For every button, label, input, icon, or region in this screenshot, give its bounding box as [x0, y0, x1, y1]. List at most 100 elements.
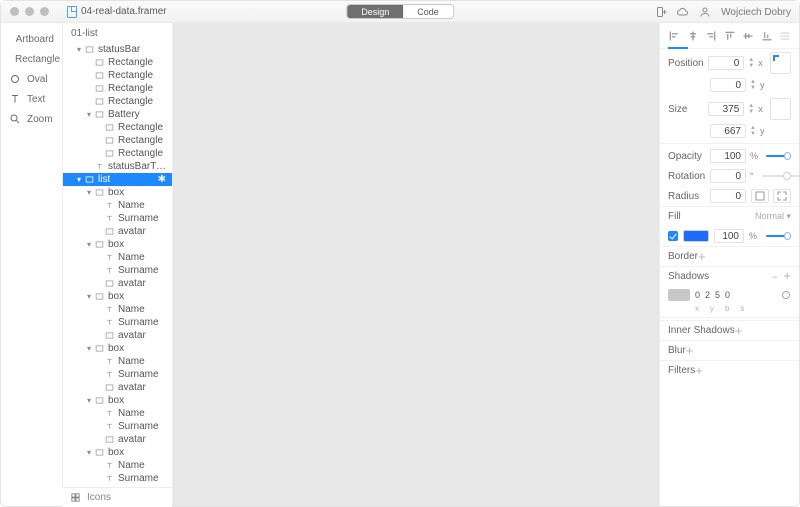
layer-row[interactable]: ▾list✱ — [63, 173, 172, 186]
prop-radius: Radius 0 — [660, 186, 799, 206]
close-window[interactable] — [10, 7, 19, 16]
mode-code[interactable]: Code — [403, 5, 453, 18]
layer-row[interactable]: Rectangle — [63, 121, 172, 134]
shadow-type-icon[interactable] — [781, 290, 791, 300]
align-left-icon[interactable] — [668, 30, 680, 42]
fill-swatch[interactable] — [683, 230, 709, 242]
tool-artboard[interactable]: Artboard — [1, 29, 62, 49]
sh-s[interactable]: 0 — [725, 290, 730, 300]
rotation-slider[interactable] — [762, 173, 791, 179]
radius-field[interactable]: 0 — [710, 189, 746, 203]
layer-row[interactable]: ▾box — [63, 290, 172, 303]
sh-y[interactable]: 2 — [705, 290, 710, 300]
layer-row[interactable]: ▾box — [63, 342, 172, 355]
tool-zoom[interactable]: Zoom — [1, 109, 62, 129]
layer-row[interactable]: Surname — [63, 264, 172, 277]
layer-row[interactable]: Rectangle — [63, 69, 172, 82]
cloud-icon[interactable] — [677, 6, 689, 18]
file-tab[interactable]: 04-real-data.framer — [67, 6, 167, 18]
layer-row[interactable]: ▾box — [63, 394, 172, 407]
fill-slider[interactable] — [766, 233, 791, 239]
add-blur[interactable]: + — [686, 346, 694, 356]
layer-row[interactable]: Name — [63, 251, 172, 264]
rect-icon — [103, 435, 115, 444]
sh-x[interactable]: 0 — [695, 290, 700, 300]
align-right-icon[interactable] — [705, 30, 717, 42]
layer-row[interactable]: ▾box — [63, 446, 172, 459]
size-h-field[interactable]: 667 — [710, 124, 746, 138]
layer-row[interactable]: avatar — [63, 277, 172, 290]
size-w-field[interactable]: 375 — [708, 102, 744, 116]
layers-footer[interactable]: Icons — [62, 487, 172, 507]
layer-row[interactable]: Surname — [63, 316, 172, 329]
tool-oval[interactable]: Oval — [1, 69, 62, 89]
tool-rectangle[interactable]: Rectangle — [1, 49, 62, 69]
layer-row[interactable]: Name — [63, 459, 172, 472]
layer-row[interactable]: avatar — [63, 329, 172, 342]
layer-row[interactable]: Rectangle — [63, 147, 172, 160]
layer-row[interactable]: avatar — [63, 381, 172, 394]
layer-row[interactable]: ▾box — [63, 186, 172, 199]
layer-row[interactable]: Name — [63, 199, 172, 212]
layer-label: avatar — [118, 382, 146, 393]
layer-row[interactable]: avatar — [63, 433, 172, 446]
layer-row[interactable]: Rectangle — [63, 95, 172, 108]
layer-row[interactable]: Surname — [63, 420, 172, 433]
avatar-icon[interactable] — [699, 6, 711, 18]
layer-row[interactable]: Name — [63, 355, 172, 368]
layer-label: box — [108, 187, 124, 198]
remove-shadow[interactable]: − — [772, 272, 777, 282]
canvas[interactable] — [173, 23, 659, 506]
layer-row[interactable]: Surname — [63, 368, 172, 381]
shadow-axis-labels: x y b s — [660, 304, 799, 315]
add-filter[interactable]: + — [695, 366, 703, 376]
layer-row[interactable]: Surname — [63, 212, 172, 225]
layer-row[interactable]: statusBarTime — [63, 160, 172, 173]
origin-control[interactable] — [770, 52, 791, 74]
layer-row[interactable]: ▾statusBar — [63, 43, 172, 56]
size-w-stepper[interactable]: ▲▼ — [748, 104, 754, 115]
tool-text[interactable]: Text — [1, 89, 62, 109]
prop-position: Position 0 ▲▼ x — [660, 49, 799, 77]
layer-row[interactable]: ▾Battery — [63, 108, 172, 121]
align-vcenter-icon[interactable] — [742, 30, 754, 42]
minimize-window[interactable] — [25, 7, 34, 16]
blend[interactable]: Normal ▾ — [755, 211, 791, 222]
fill-opacity-field[interactable]: 100 — [714, 229, 744, 243]
layer-row[interactable]: Name — [63, 407, 172, 420]
pos-x-stepper[interactable]: ▲▼ — [748, 58, 754, 69]
sh-b[interactable]: 5 — [715, 290, 720, 300]
mode-design[interactable]: Design — [347, 5, 403, 18]
section-fill: Fill Normal ▾ — [660, 206, 799, 226]
shadow-swatch[interactable] — [668, 289, 690, 301]
align-hcenter-icon[interactable] — [687, 30, 699, 42]
distribute-icon[interactable] — [779, 30, 791, 42]
add-border[interactable]: + — [698, 252, 706, 262]
layer-row[interactable]: ▾box — [63, 238, 172, 251]
gear-icon[interactable]: ✱ — [158, 174, 166, 185]
pos-y-stepper[interactable]: ▲▼ — [750, 80, 756, 91]
layer-row[interactable]: Surname — [63, 472, 172, 485]
layer-row[interactable]: Name — [63, 303, 172, 316]
add-shadow[interactable]: + — [783, 268, 791, 283]
layer-row[interactable]: Rectangle — [63, 82, 172, 95]
layer-row[interactable]: Rectangle — [63, 56, 172, 69]
layers-root[interactable]: 01-list — [63, 23, 172, 43]
radius-uniform[interactable] — [751, 189, 769, 203]
maximize-window[interactable] — [40, 7, 49, 16]
layer-row[interactable]: avatar — [63, 225, 172, 238]
pos-y-field[interactable]: 0 — [710, 78, 746, 92]
pos-x-field[interactable]: 0 — [708, 56, 744, 70]
align-bottom-icon[interactable] — [761, 30, 773, 42]
layer-row[interactable]: Rectangle — [63, 134, 172, 147]
align-top-icon[interactable] — [724, 30, 736, 42]
size-h-stepper[interactable]: ▲▼ — [750, 126, 756, 137]
opacity-field[interactable]: 100 — [710, 149, 746, 163]
add-device-icon[interactable] — [655, 6, 667, 18]
rotation-field[interactable]: 0 — [710, 169, 746, 183]
opacity-slider[interactable] — [766, 153, 791, 159]
caret-icon: ▾ — [85, 292, 93, 301]
radius-per-corner[interactable] — [773, 189, 791, 203]
fill-enabled-checkbox[interactable] — [668, 231, 678, 241]
add-inner-shadow[interactable]: + — [735, 326, 743, 336]
